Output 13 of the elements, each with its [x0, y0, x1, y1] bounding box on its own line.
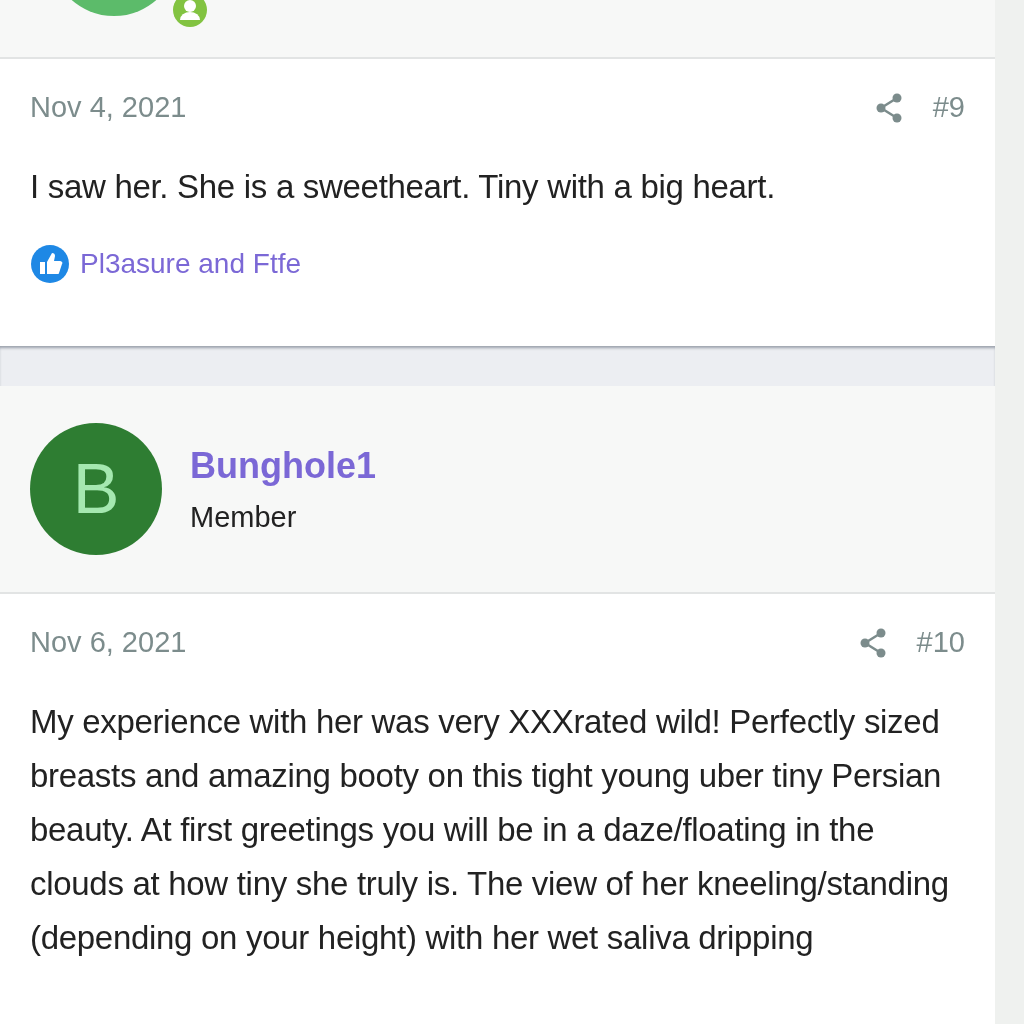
post-text: I saw her. She is a sweetheart. Tiny with a big heart. — [30, 167, 777, 207]
user-avatar[interactable]: B — [30, 423, 162, 555]
share-icon[interactable] — [858, 627, 887, 658]
post-text: My experience with her was very XXXrated wild! Perfectly sized breasts and amazing booty on this tight young uber tiny Persian beauty. At first greetings you will be in a daze/floating in the clouds at how tiny she truly is. The view of her kneeling/standing (depending on your height) with her wet saliva dripping — [30, 702, 950, 958]
post-date[interactable]: Nov 6, 2021 — [30, 626, 859, 659]
username-link[interactable]: Bunghole1 — [190, 444, 376, 487]
post-number[interactable]: #10 — [916, 626, 965, 659]
reaction-list[interactable]: Pl3asure and Ftfe — [80, 248, 302, 280]
share-icon[interactable] — [874, 92, 903, 123]
post-number[interactable]: #9 — [932, 91, 965, 124]
like-icon — [30, 244, 70, 284]
user-title: Member — [190, 500, 298, 534]
post-date[interactable]: Nov 4, 2021 — [30, 91, 875, 124]
